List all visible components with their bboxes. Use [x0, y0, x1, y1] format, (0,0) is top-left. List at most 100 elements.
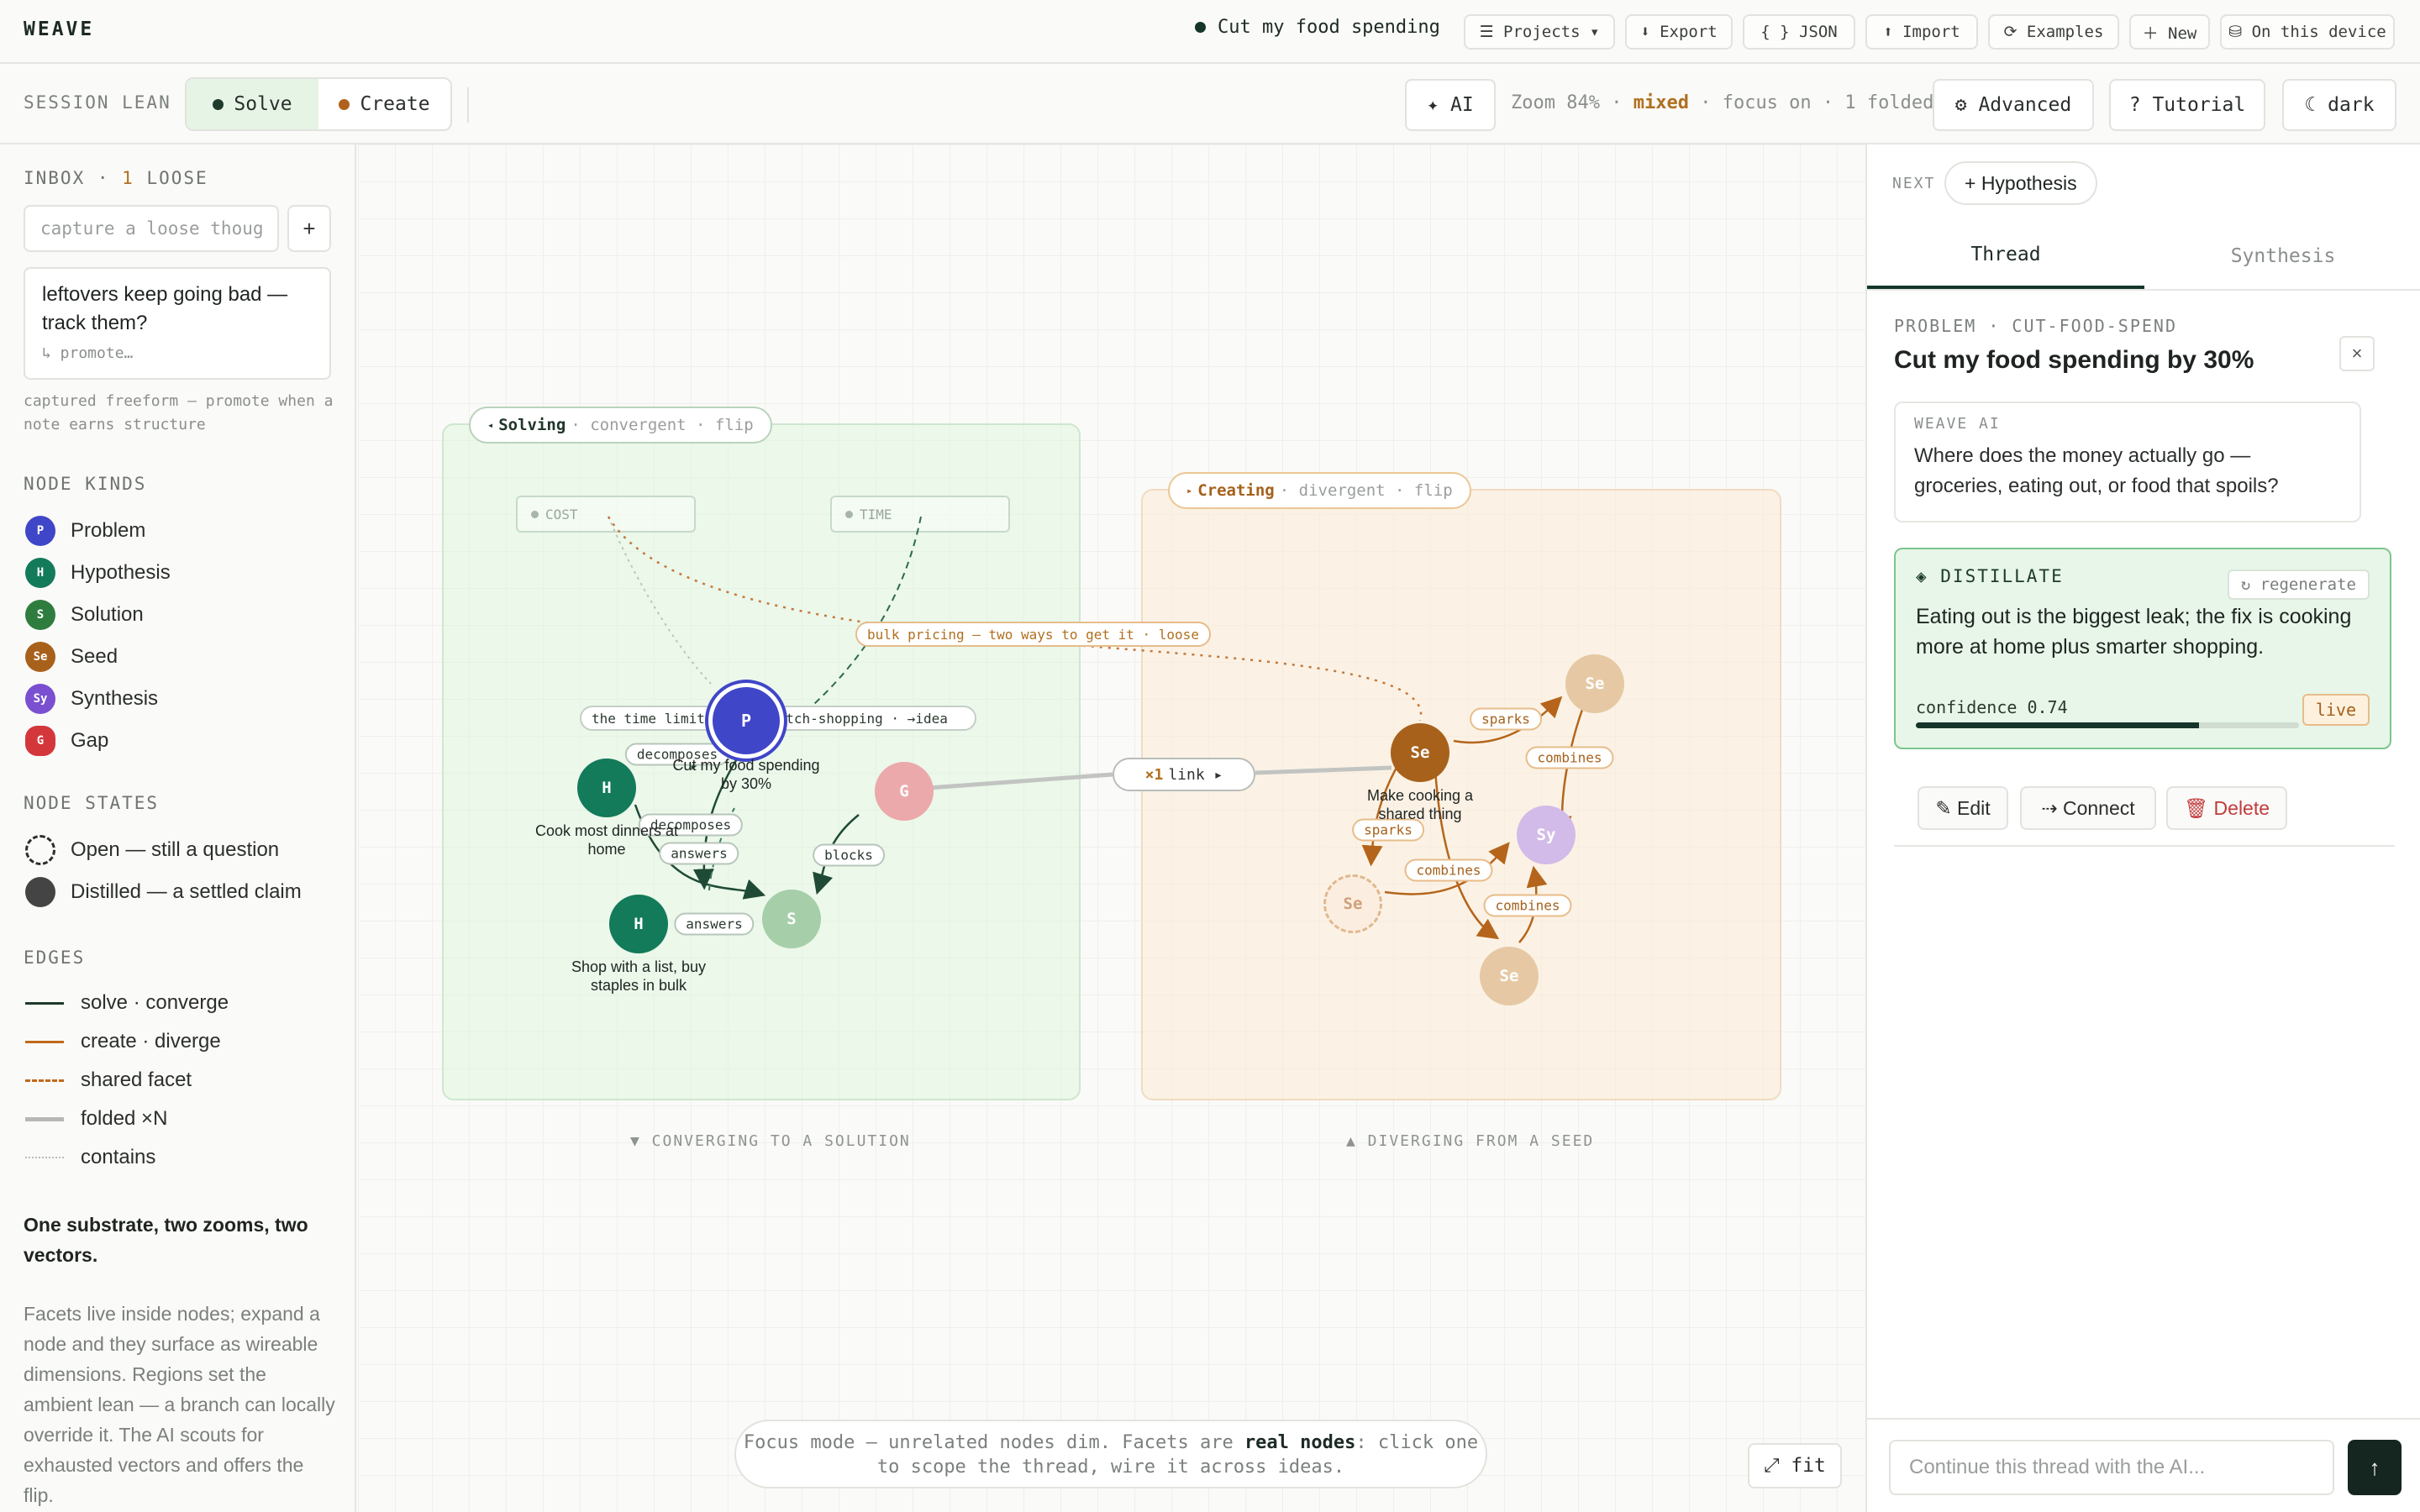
dashed-line-icon [25, 1079, 64, 1082]
tutorial-button[interactable]: ? Tutorial [2109, 79, 2265, 131]
dark-mode-button[interactable]: ☾ dark [2282, 79, 2396, 131]
inbox-suffix: LOOSE [146, 168, 208, 188]
node-seed-label: Make cooking a shared thing [1366, 787, 1474, 822]
ai-message-text: Where does the money actually go — groce… [1914, 444, 2279, 497]
seed-badge-icon: Se [25, 642, 55, 672]
thread-input[interactable] [1889, 1440, 2334, 1495]
edge-label-combines[interactable]: combines [1404, 858, 1493, 882]
synthesis-badge-icon: Sy [25, 684, 55, 714]
edge-label: solve · converge [81, 991, 229, 1014]
json-button[interactable]: { } JSON [1743, 14, 1855, 50]
regenerate-button[interactable]: ↻ regenerate [2227, 570, 2370, 600]
contains-edge [608, 516, 712, 685]
edge-shared-facet: shared facet [25, 1068, 192, 1092]
create-dot-icon [339, 98, 350, 110]
node-seed-open[interactable]: Se [1323, 874, 1382, 933]
ai-button[interactable]: ✦ AI [1405, 79, 1496, 131]
node-seed-shared-cooking[interactable]: Se [1391, 723, 1449, 782]
capture-input[interactable] [24, 205, 279, 252]
edge-label-combines[interactable]: combines [1525, 746, 1614, 769]
ai-label: WEAVE AI [1914, 415, 2001, 433]
lean-mode-readout: mixed [1633, 92, 1689, 113]
send-button[interactable]: ↑ [2348, 1440, 2402, 1495]
node-title: Cut my food spending by 30% [1894, 346, 2254, 374]
confidence-bar [1916, 722, 2299, 728]
ai-message: WEAVE AI Where does the money actually g… [1894, 402, 2361, 522]
hint-emphasis: real nodes [1244, 1432, 1356, 1453]
edge-folded: folded ×N [25, 1107, 167, 1131]
edge-create: create · diverge [25, 1030, 221, 1053]
tab-synthesis[interactable]: Synthesis [2144, 223, 2420, 289]
fit-view-button[interactable]: ⤢ fit [1748, 1443, 1842, 1488]
edit-button[interactable]: ✎ Edit [1918, 786, 2008, 830]
node-hypothesis-cook[interactable]: H [577, 759, 636, 817]
solve-toggle-label: Solve [234, 93, 292, 115]
focus-readout: focus on · 1 folded [1722, 92, 1934, 113]
kind-label: Seed [71, 645, 118, 668]
create-toggle[interactable]: Create [318, 79, 450, 129]
connect-button[interactable]: ⇢ Connect [2020, 786, 2156, 830]
projects-menu-button[interactable]: ☰ Projects ▾ [1464, 14, 1615, 50]
tagline: One substrate, two zooms, two vectors. [24, 1214, 308, 1266]
node-seed-top[interactable]: Se [1565, 654, 1624, 713]
edge-label-combines[interactable]: combines [1483, 894, 1572, 917]
hypothesis-badge-icon: H [25, 558, 55, 588]
node-seed-bottom[interactable]: Se [1480, 947, 1539, 1005]
status-dot [1195, 22, 1206, 33]
node-synthesis[interactable]: Sy [1517, 806, 1576, 864]
edge-label-sparks[interactable]: sparks [1470, 707, 1542, 731]
examples-button[interactable]: ⟳ Examples [1988, 14, 2119, 50]
node-hypothesis-shop[interactable]: H [609, 895, 668, 953]
kind-problem: P Problem [25, 516, 145, 546]
session-lean-label: SESSION LEAN [24, 92, 171, 113]
graph-canvas[interactable]: ◂ Solving · convergent · flip ▸ Creating · d… [358, 144, 1865, 1512]
kind-seed: Se Seed [25, 642, 118, 672]
inbox-count: 1 [122, 168, 134, 188]
promote-link[interactable]: ↳ promote… [42, 344, 313, 362]
kind-label: Problem [71, 519, 146, 542]
state-label: Distilled — a settled claim [71, 880, 302, 903]
node-solution[interactable]: S [762, 890, 821, 948]
import-button[interactable]: ⬆ Import [1865, 14, 1978, 50]
kind-label: Synthesis [71, 687, 159, 710]
edge-label: create · diverge [81, 1030, 221, 1053]
zoom-readout: Zoom 84% [1511, 92, 1600, 113]
state-open: Open — still a question [25, 835, 279, 865]
add-note-button[interactable]: + [287, 205, 331, 252]
node-problem[interactable]: P [713, 687, 780, 754]
edge-label: contains [81, 1146, 156, 1168]
node-gap[interactable]: G [875, 762, 934, 821]
export-button[interactable]: ⬇ Export [1625, 14, 1733, 50]
sidebar-description: Facets live inside nodes; expand a node … [24, 1303, 335, 1506]
thread-composer: ↑ [1867, 1418, 2420, 1512]
close-button[interactable]: × [2339, 336, 2375, 371]
folded-link-badge[interactable]: ×1 link ▸ [1113, 758, 1255, 791]
advanced-button[interactable]: ⚙ Advanced [1933, 79, 2094, 131]
time-facet-edge [792, 516, 922, 723]
node-hypothesis-cook-label: Cook most dinners at home [534, 822, 679, 858]
shared-facet-label[interactable]: bulk pricing — two ways to get it · loos… [855, 622, 1211, 647]
problem-badge-icon: P [25, 516, 55, 546]
divider [467, 87, 469, 123]
note-text: leftovers keep going bad — track them? [42, 283, 288, 334]
node-kinds-heading: NODE KINDS [24, 474, 147, 494]
document-title: Cut my food spending [1195, 17, 1440, 38]
detail-panel: NEXT + Hypothesis Thread Synthesis PROBL… [1865, 144, 2420, 1512]
confidence-label: confidence 0.74 [1916, 697, 2068, 717]
add-hypothesis-button[interactable]: + Hypothesis [1944, 161, 2097, 205]
storage-button[interactable]: ⛁ On this device [2220, 14, 2395, 50]
edge-label-answers[interactable]: answers [674, 912, 755, 936]
tab-thread[interactable]: Thread [1867, 223, 2144, 289]
distillate-text: Eating out is the biggest leak; the fix … [1916, 605, 2352, 659]
delete-button[interactable]: 🗑 Delete [2166, 786, 2287, 830]
edge-contains: contains [25, 1146, 155, 1169]
canvas-status: Zoom 84% · mixed · focus on · 1 folded [1511, 92, 1934, 113]
node-problem-label: Cut my food spending by 30% [672, 757, 820, 792]
confidence-fill [1916, 722, 2200, 728]
inbox-note[interactable]: leftovers keep going bad — track them? ↳… [24, 267, 331, 380]
inbox-heading: INBOX · 1 LOOSE [24, 168, 208, 188]
new-button[interactable]: ＋ New [2129, 14, 2210, 50]
edge-label-blocks[interactable]: blocks [813, 843, 885, 867]
solve-toggle[interactable]: Solve [187, 79, 318, 129]
edges-heading: EDGES [24, 948, 86, 968]
